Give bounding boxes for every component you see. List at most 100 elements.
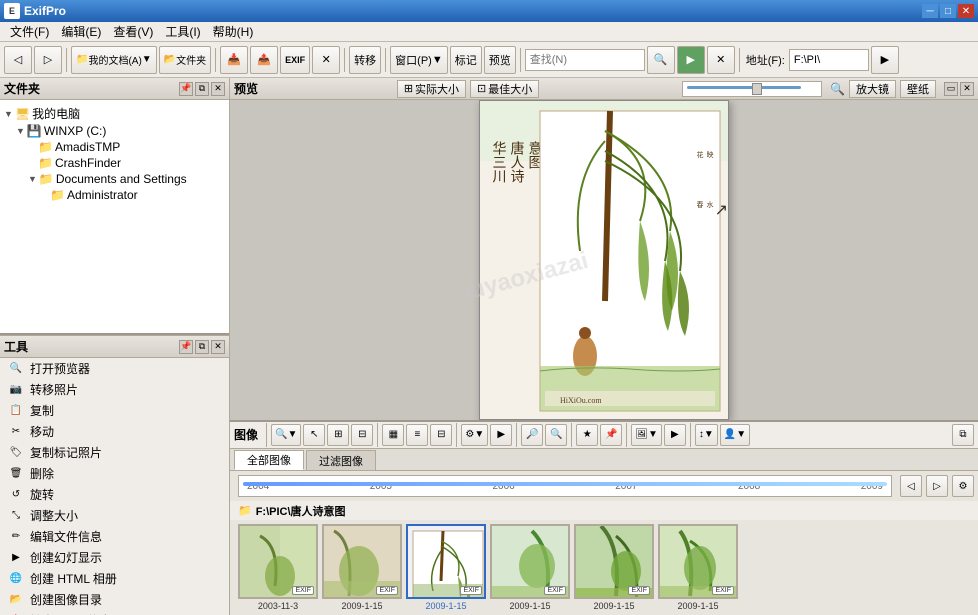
- strip-btn-star[interactable]: ★: [576, 424, 598, 446]
- delete-button[interactable]: ✕: [312, 46, 340, 74]
- tools-pin[interactable]: 📌: [179, 340, 193, 354]
- filetree-float[interactable]: ⧉: [195, 82, 209, 96]
- strip-btn-view2[interactable]: ≡: [406, 424, 428, 446]
- import-button[interactable]: 📥: [220, 46, 248, 74]
- timeline-menu[interactable]: ⚙: [952, 475, 974, 497]
- tool-copy-marked[interactable]: 🏷 复制标记照片: [0, 442, 229, 463]
- menu-file[interactable]: 文件(F): [4, 21, 55, 42]
- tool-resize[interactable]: ⤡ 调整大小: [0, 505, 229, 526]
- tree-computer[interactable]: ▼ 🖥 我的电脑: [4, 104, 225, 123]
- tree-admin[interactable]: 📁 Administrator: [4, 187, 225, 203]
- tree-amadis[interactable]: 📁 AmadisTMP: [4, 139, 225, 155]
- tree-docs[interactable]: ▼ 📁 Documents and Settings: [4, 171, 225, 187]
- strip-btn-view3[interactable]: ⊟: [430, 424, 452, 446]
- strip-btn-group[interactable]: 👤▼: [720, 424, 750, 446]
- tool-slideshow[interactable]: ▶ 创建幻灯显示: [0, 547, 229, 568]
- tool-export-exif[interactable]: 📤 输出 EXIF 信息: [0, 610, 229, 615]
- actual-size-button[interactable]: ⊞ 实际大小: [397, 80, 466, 98]
- tool-copy[interactable]: 📋 复制: [0, 400, 229, 421]
- strip-toolbar: 图像 🔍▼ ↖ ⊞ ⊟ ▦ ≡ ⊟ ⚙▼ ▶ 🔎 🔍 ★ 📌: [230, 422, 978, 449]
- filetree-close[interactable]: ✕: [211, 82, 225, 96]
- strip-btn-action[interactable]: ▶: [664, 424, 686, 446]
- maximize-button[interactable]: □: [940, 4, 956, 18]
- strip-btn-play[interactable]: ▶: [490, 424, 512, 446]
- tools-close[interactable]: ✕: [211, 340, 225, 354]
- tool-delete[interactable]: 🗑 删除: [0, 463, 229, 484]
- timeline-next[interactable]: ▷: [926, 475, 948, 497]
- strip-btn-thumb[interactable]: 🖼▼: [631, 424, 662, 446]
- strip-float-btn[interactable]: ⧉: [952, 424, 974, 446]
- search-input[interactable]: [525, 49, 645, 71]
- minimize-button[interactable]: ─: [922, 4, 938, 18]
- forward-button[interactable]: ▷: [34, 46, 62, 74]
- sep4: [385, 48, 386, 72]
- strip-btn-search[interactable]: 🔍▼: [271, 424, 301, 446]
- tree-arrow-docs: ▼: [28, 174, 37, 184]
- strip-btn-view1[interactable]: ▦: [382, 424, 404, 446]
- tool-move[interactable]: ✂ 移动: [0, 421, 229, 442]
- filetree-pin[interactable]: 📌: [179, 82, 193, 96]
- tool-rotate[interactable]: ↺ 旋转: [0, 484, 229, 505]
- search-clear-button[interactable]: ✕: [707, 46, 735, 74]
- my-docs-button[interactable]: 📁 我的文档(A) ▼: [71, 46, 157, 74]
- search-go-button[interactable]: ▶: [677, 46, 705, 74]
- thumbnail-1[interactable]: EXIF 2009-1-15: [322, 524, 402, 611]
- sep1: [66, 48, 67, 72]
- strip-btn-settings[interactable]: ⚙▼: [461, 424, 488, 446]
- strip-btn-zoom-out[interactable]: 🔍: [545, 424, 567, 446]
- zoom-slider[interactable]: [682, 81, 822, 97]
- tool-html-album[interactable]: 🌐 创建 HTML 相册: [0, 568, 229, 589]
- best-size-button[interactable]: ⊡ 最佳大小: [470, 80, 539, 98]
- resize-icon: ⤡: [8, 508, 24, 524]
- main-image-frame[interactable]: 华三川 唐人诗 意图: [479, 100, 729, 420]
- magnifier-button[interactable]: 放大镜: [849, 80, 896, 98]
- tree-crash[interactable]: 📁 CrashFinder: [4, 155, 225, 171]
- addr-input[interactable]: [789, 49, 869, 71]
- export-button[interactable]: 📤: [250, 46, 278, 74]
- timeline-prev[interactable]: ◁: [900, 475, 922, 497]
- tool-transfer[interactable]: 📷 转移照片: [0, 379, 229, 400]
- preview-close[interactable]: ✕: [960, 82, 974, 96]
- tool-open-preview[interactable]: 🔍 打开预览器: [0, 358, 229, 379]
- strip-btn-sort[interactable]: ↕▼: [695, 424, 718, 446]
- thumb-label-0: 2003-11-3: [258, 601, 298, 611]
- menu-help[interactable]: 帮助(H): [207, 21, 260, 42]
- thumbnail-2[interactable]: EXIF 2009-1-15: [406, 524, 486, 611]
- file-folder-button[interactable]: 📂 文件夹: [159, 46, 211, 74]
- tree-winxp[interactable]: ▼ 💾 WINXP (C:): [4, 123, 225, 139]
- wallpaper-button[interactable]: 壁纸: [900, 80, 936, 98]
- strip-btn-grid2[interactable]: ⊟: [351, 424, 373, 446]
- back-button[interactable]: ◁: [4, 46, 32, 74]
- tool-image-catalog[interactable]: 📂 创建图像目录: [0, 589, 229, 610]
- zoom-handle[interactable]: [752, 83, 762, 95]
- menu-view[interactable]: 查看(V): [107, 21, 159, 42]
- actual-size-icon: ⊞: [404, 82, 413, 95]
- preview-button[interactable]: 预览: [484, 46, 516, 74]
- window-button[interactable]: 窗口(P)▼: [390, 46, 448, 74]
- thumbnail-5[interactable]: EXIF 2009-1-15: [658, 524, 738, 611]
- tool-edit-info[interactable]: ✏ 编辑文件信息: [0, 526, 229, 547]
- strip-btn-zoom-in[interactable]: 🔎: [521, 424, 543, 446]
- exif-button[interactable]: EXIF: [280, 46, 310, 74]
- mark-button[interactable]: 标记: [450, 46, 482, 74]
- thumbnail-3[interactable]: EXIF 2009-1-15: [490, 524, 570, 611]
- close-button[interactable]: ✕: [958, 4, 974, 18]
- tab-filtered-images[interactable]: 过滤图像: [306, 450, 376, 470]
- strip-btn-grid[interactable]: ⊞: [327, 424, 349, 446]
- addr-go-button[interactable]: ▶: [871, 46, 899, 74]
- best-size-icon: ⊡: [477, 82, 486, 95]
- move-button[interactable]: 转移: [349, 46, 381, 74]
- strip-btn-pin[interactable]: 📌: [600, 424, 622, 446]
- search-button[interactable]: 🔍: [647, 46, 675, 74]
- tools-float[interactable]: ⧉: [195, 340, 209, 354]
- thumbnail-4[interactable]: EXIF 2009-1-15: [574, 524, 654, 611]
- tree-arrow-c: ▼: [16, 126, 25, 136]
- menu-edit[interactable]: 编辑(E): [55, 21, 107, 42]
- app-icon: E: [4, 3, 20, 19]
- menu-tools[interactable]: 工具(I): [159, 21, 206, 42]
- folder-docs-icon: 📁: [39, 172, 54, 186]
- strip-btn-cursor[interactable]: ↖: [303, 424, 325, 446]
- tab-all-images[interactable]: 全部图像: [234, 450, 304, 470]
- preview-pin[interactable]: ▭: [944, 82, 958, 96]
- thumbnail-0[interactable]: EXIF 2003-11-3: [238, 524, 318, 611]
